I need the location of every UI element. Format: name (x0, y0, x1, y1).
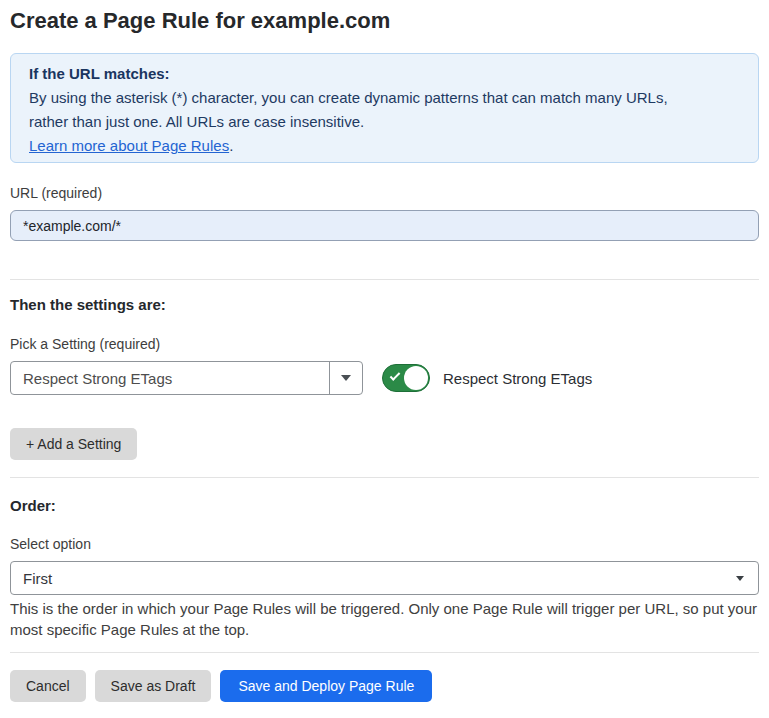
info-box-heading: If the URL matches: (29, 62, 740, 86)
order-help-text: This is the order in which your Page Rul… (10, 598, 759, 640)
learn-more-link[interactable]: Learn more about Page Rules (29, 137, 229, 154)
order-select[interactable]: First (10, 561, 759, 595)
dropdown-arrow-button[interactable] (329, 362, 362, 394)
toggle-knob (404, 366, 428, 390)
save-draft-button[interactable]: Save as Draft (95, 670, 212, 702)
toggle-label: Respect Strong ETags (443, 370, 592, 387)
divider (10, 652, 759, 653)
setting-dropdown-value: Respect Strong ETags (11, 370, 329, 387)
chevron-down-icon (736, 576, 744, 581)
check-icon (390, 370, 401, 381)
order-select-value: First (11, 570, 736, 587)
link-period: . (229, 137, 233, 154)
info-box-body: By using the asterisk (*) character, you… (29, 86, 681, 134)
cancel-button[interactable]: Cancel (10, 670, 86, 702)
url-match-info-box: If the URL matches: By using the asteris… (10, 53, 759, 163)
divider (10, 279, 759, 280)
chevron-down-icon (341, 375, 351, 381)
select-option-label: Select option (10, 537, 759, 552)
add-setting-button[interactable]: + Add a Setting (10, 428, 137, 460)
url-input[interactable] (10, 210, 759, 241)
etags-toggle[interactable] (382, 364, 430, 392)
divider (10, 477, 759, 478)
action-buttons: Cancel Save as Draft Save and Deploy Pag… (10, 670, 759, 702)
info-box-link-line: Learn more about Page Rules. (29, 134, 740, 158)
save-deploy-button[interactable]: Save and Deploy Page Rule (220, 670, 432, 702)
setting-row: Respect Strong ETags Respect Strong ETag… (10, 361, 759, 395)
order-heading: Order: (10, 498, 759, 514)
url-label: URL (required) (10, 186, 759, 201)
page-title: Create a Page Rule for example.com (10, 8, 759, 34)
pick-setting-label: Pick a Setting (required) (10, 337, 759, 352)
setting-dropdown[interactable]: Respect Strong ETags (10, 361, 363, 395)
page-rule-form: Create a Page Rule for example.com If th… (0, 8, 769, 702)
settings-heading: Then the settings are: (10, 297, 759, 313)
